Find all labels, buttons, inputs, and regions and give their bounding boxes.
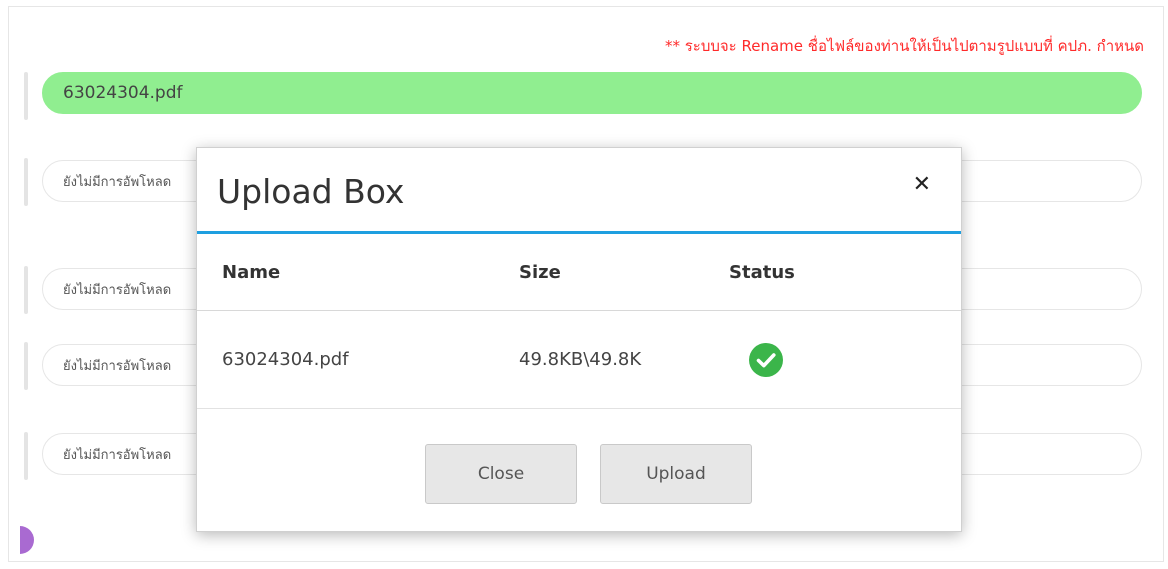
modal-footer: Close Upload (197, 410, 961, 531)
upload-box-modal: Upload Box ✕ Name Size Status 63024304.p… (196, 147, 962, 532)
file-size: 49.8KB\49.8K (519, 349, 642, 370)
upload-slot-status: ยังไม่มีการอัพโหลด (63, 282, 172, 298)
upload-slot-status: ยังไม่มีการอัพโหลด (63, 358, 172, 374)
upload-slot-filename: 63024304.pdf (63, 83, 183, 103)
check-circle-icon (749, 342, 783, 377)
close-button[interactable]: Close (425, 444, 577, 504)
table-row: 63024304.pdf 49.8KB\49.8K (197, 311, 961, 409)
modal-header: Upload Box ✕ (197, 148, 961, 234)
upload-button[interactable]: Upload (600, 444, 752, 504)
column-header-name: Name (222, 261, 281, 283)
slot-side-bar (24, 72, 28, 120)
slot-side-bar (24, 266, 28, 314)
slot-side-bar (24, 158, 28, 206)
column-header-size: Size (519, 261, 561, 283)
file-name: 63024304.pdf (222, 349, 349, 370)
file-status (749, 311, 783, 408)
modal-title: Upload Box (217, 172, 405, 211)
file-table: Name Size Status 63024304.pdf 49.8KB\49.… (197, 234, 961, 409)
column-header-status: Status (729, 261, 795, 283)
upload-slot-uploaded[interactable]: 63024304.pdf (42, 72, 1142, 114)
slot-side-bar (24, 342, 28, 390)
close-icon[interactable]: ✕ (913, 174, 931, 196)
upload-slot-status: ยังไม่มีการอัพโหลด (63, 447, 172, 463)
upload-slot-status: ยังไม่มีการอัพโหลด (63, 174, 172, 190)
slot-side-bar (24, 432, 28, 480)
table-header-row: Name Size Status (197, 234, 961, 311)
rename-notice: ** ระบบจะ Rename ชื่อไฟล์ของท่านให้เป็นไ… (664, 37, 1144, 55)
